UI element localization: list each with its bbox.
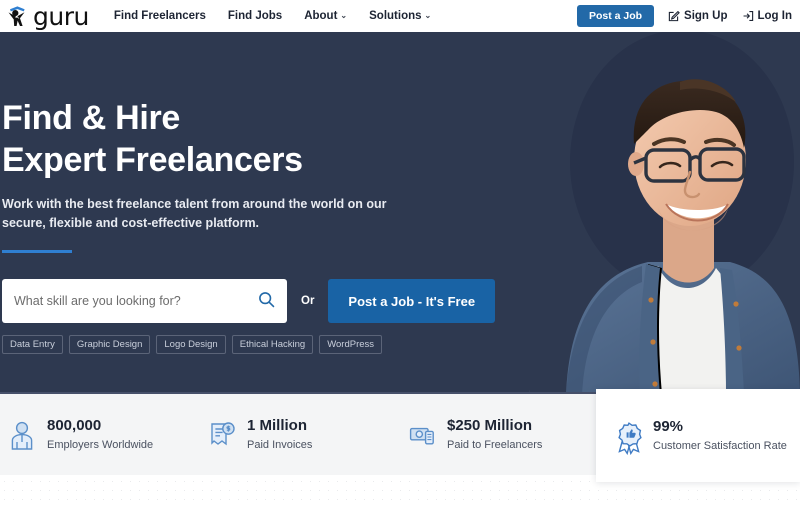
hero-section: Find & Hire Expert Freelancers Work with… <box>0 32 800 394</box>
stat-value: 800,000 <box>47 417 102 435</box>
nav-link-label: Solutions <box>369 10 422 22</box>
search-box[interactable] <box>2 279 287 324</box>
login-arrow-icon <box>742 10 754 22</box>
hero-content: Find & Hire Expert Freelancers Work with… <box>0 32 520 355</box>
stat-paid-invoices: 1 Million Paid Invoices <box>200 417 400 452</box>
award-ribbon-thumbsup-icon <box>614 421 642 455</box>
search-input[interactable] <box>14 294 258 309</box>
stat-label: Paid to Freelancers <box>447 438 543 451</box>
skill-tag-ethical-hacking[interactable]: Ethical Hacking <box>231 335 314 355</box>
skill-tag-data-entry[interactable]: Data Entry <box>2 335 63 355</box>
post-a-job-nav-button[interactable]: Post a Job <box>576 5 655 27</box>
stat-label: Employers Worldwide <box>47 438 154 451</box>
hero-heading: Find & Hire Expert Freelancers <box>2 98 520 182</box>
hero-photo-man-with-glasses <box>530 32 800 394</box>
log-in-label: Log In <box>757 10 793 22</box>
nav-link-label: Find Jobs <box>227 10 283 22</box>
cash-money-icon <box>408 420 436 450</box>
stat-text-block: $250 Million Paid to Freelancers <box>447 417 542 452</box>
invoice-dollar-icon <box>208 420 236 450</box>
nav-link-find-freelancers[interactable]: Find Freelancers <box>114 10 206 22</box>
stat-employers-worldwide: 800,000 Employers Worldwide <box>0 417 200 452</box>
log-in-button[interactable]: Log In <box>742 10 793 22</box>
nav-link-find-jobs[interactable]: Find Jobs <box>228 10 282 22</box>
page-root: guru Find Freelancers Find Jobs About ⌄ … <box>0 0 800 507</box>
nav-link-label: About <box>304 10 338 22</box>
chevron-down-icon: ⌄ <box>340 11 348 20</box>
stat-value: 1 Million <box>247 417 307 435</box>
stat-value: $250 Million <box>447 417 533 435</box>
nav-link-solutions[interactable]: Solutions ⌄ <box>369 10 431 22</box>
or-separator-label: Or <box>301 295 315 308</box>
guru-logo[interactable]: guru <box>4 4 89 29</box>
stat-paid-to-freelancers: $250 Million Paid to Freelancers <box>400 417 600 452</box>
pencil-square-icon <box>668 10 680 22</box>
nav-link-label: Find Freelancers <box>113 10 206 22</box>
popular-skill-tags: Data Entry Graphic Design Logo Design Et… <box>2 335 520 355</box>
skill-tag-wordpress[interactable]: WordPress <box>319 335 383 355</box>
card-label: Customer Satisfaction Rate <box>653 439 787 452</box>
card-text-block: 99% Customer Satisfaction Rate <box>653 418 787 453</box>
nav-actions: Post a Job Sign Up Log In <box>576 5 793 27</box>
hero-heading-line-2: Expert Freelancers <box>2 140 303 179</box>
primary-nav-links: Find Freelancers Find Jobs About ⌄ Solut… <box>114 10 431 22</box>
hero-subtitle: Work with the best freelance talent from… <box>2 196 387 230</box>
search-icon <box>258 291 275 311</box>
stat-text-block: 1 Million Paid Invoices <box>247 417 312 452</box>
post-a-job-hero-button[interactable]: Post a Job - It's Free <box>328 279 496 324</box>
customer-satisfaction-card: 99% Customer Satisfaction Rate <box>596 389 800 482</box>
stat-text-block: 800,000 Employers Worldwide <box>47 417 153 452</box>
top-navigation-bar: guru Find Freelancers Find Jobs About ⌄ … <box>0 0 800 32</box>
employer-person-icon <box>8 420 36 450</box>
guru-stick-figure-icon <box>4 5 32 27</box>
skill-tag-graphic-design[interactable]: Graphic Design <box>68 335 151 355</box>
chevron-down-icon: ⌄ <box>424 11 432 20</box>
skill-tag-logo-design[interactable]: Logo Design <box>156 335 226 355</box>
search-submit-button[interactable] <box>258 291 275 311</box>
sign-up-label: Sign Up <box>684 10 728 22</box>
guru-logo-text: guru <box>33 1 89 31</box>
hero-search-row: Or Post a Job - It's Free <box>2 279 520 324</box>
card-value: 99% <box>653 418 684 436</box>
stat-label: Paid Invoices <box>247 438 313 451</box>
nav-link-about[interactable]: About ⌄ <box>304 10 347 22</box>
hero-heading-line-1: Find & Hire <box>2 99 181 137</box>
sign-up-button[interactable]: Sign Up <box>668 10 728 22</box>
hero-accent-divider <box>2 250 72 254</box>
